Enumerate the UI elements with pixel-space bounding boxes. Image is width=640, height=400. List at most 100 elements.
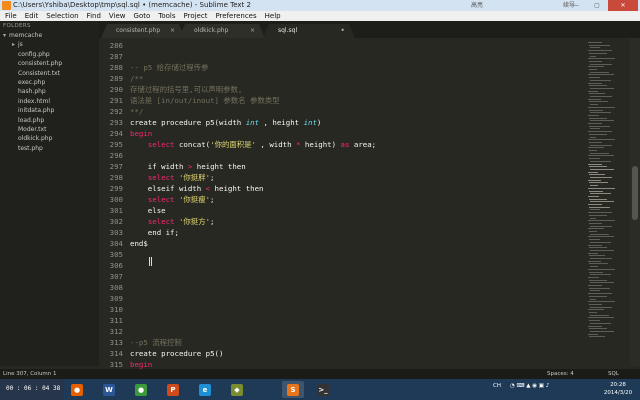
- code-line[interactable]: 296: [99, 150, 586, 161]
- tab-sql-sql[interactable]: sql.sql •: [263, 24, 355, 38]
- code-token: ;: [210, 217, 215, 226]
- indentation-setting[interactable]: Spaces: 4: [547, 369, 574, 379]
- minimap-line: [589, 214, 607, 216]
- sidebar-file[interactable]: consistent.php: [0, 59, 99, 68]
- minimap-line: [589, 101, 609, 103]
- minimap-line: [588, 50, 612, 52]
- scrollbar-thumb[interactable]: [632, 166, 638, 220]
- minimize-button[interactable]: —: [566, 0, 586, 11]
- menu-project[interactable]: Project: [180, 11, 212, 21]
- minimap-line: [589, 295, 607, 297]
- minimap-line: [589, 303, 602, 305]
- maximize-button[interactable]: ▢: [587, 0, 607, 11]
- code-line[interactable]: 302 select '你挺方';: [99, 216, 586, 227]
- language-indicator[interactable]: CH: [493, 383, 501, 389]
- code-line[interactable]: 289 /**: [99, 73, 586, 84]
- taskbar-app-game[interactable]: ◆: [226, 381, 248, 398]
- code-line[interactable]: 312: [99, 326, 586, 337]
- code-line[interactable]: 310: [99, 304, 586, 315]
- code-token: area;: [349, 140, 377, 149]
- code-line[interactable]: 314 create procedure p5(): [99, 348, 586, 359]
- code-line[interactable]: 293 create procedure p5(width int , heigh…: [99, 117, 586, 128]
- sidebar-file[interactable]: config.php: [0, 50, 99, 59]
- code-line[interactable]: 313 --p5 流程控制: [99, 337, 586, 348]
- minimap-line: [590, 136, 597, 138]
- tray-icons[interactable]: ◔ ⌨ ▲ ◉ ▣ ♪: [510, 383, 549, 389]
- sidebar-file[interactable]: Consistent.txt: [0, 69, 99, 78]
- code-line[interactable]: 304 end$: [99, 238, 586, 249]
- taskbar-app-firefox[interactable]: ●: [66, 381, 88, 398]
- menu-edit[interactable]: Edit: [21, 11, 43, 21]
- code-line[interactable]: 307: [99, 271, 586, 282]
- tab-oldkick-php[interactable]: oldkick.php ×: [179, 24, 265, 38]
- vertical-scrollbar[interactable]: [630, 38, 640, 366]
- code-line[interactable]: 295 select concat('你的面积是' , width * heig…: [99, 139, 586, 150]
- taskbar-app-powerpoint-like[interactable]: P: [162, 381, 184, 398]
- sidebar-file[interactable]: Moder.txt: [0, 125, 99, 134]
- close-icon[interactable]: ×: [170, 24, 175, 38]
- menu-view[interactable]: View: [105, 11, 130, 21]
- code-line[interactable]: 287: [99, 51, 586, 62]
- code-line[interactable]: 292 **/: [99, 106, 586, 117]
- code-line[interactable]: 308: [99, 282, 586, 293]
- code-line[interactable]: 300 select '你挺瘦';: [99, 194, 586, 205]
- code-line[interactable]: 290 存储过程的括号里,可以声明参数,: [99, 84, 586, 95]
- menu-file[interactable]: File: [1, 11, 21, 21]
- sidebar-file[interactable]: index.html: [0, 97, 99, 106]
- taskbar-app-chrome[interactable]: ●: [130, 381, 152, 398]
- minimap-line: [588, 317, 614, 319]
- code-line[interactable]: 306: [99, 260, 586, 271]
- code-line[interactable]: 297 if width > height then: [99, 161, 586, 172]
- code-editor[interactable]: 286 287 288 -- p5 给存储过程传参 289 /** 290 存储过程的括号里,…: [99, 38, 586, 370]
- code-line[interactable]: 298 select '你挺胖';: [99, 172, 586, 183]
- sidebar-file[interactable]: hash.php: [0, 87, 99, 96]
- minimap-line: [588, 98, 601, 100]
- minimap[interactable]: [586, 38, 630, 366]
- code-line[interactable]: 311: [99, 315, 586, 326]
- code-token: , width: [255, 140, 297, 149]
- status-bar: Line 307, Column 1 Spaces: 4 SQL: [0, 369, 640, 379]
- menu-tools[interactable]: Tools: [154, 11, 179, 21]
- sidebar: FOLDERS ▾ memcache ▸ js config.php consiste…: [0, 21, 99, 366]
- dirty-dot-icon[interactable]: •: [340, 24, 345, 38]
- minimap-line: [588, 114, 600, 116]
- sidebar-file[interactable]: oldkick.php: [0, 134, 99, 143]
- code-line[interactable]: 286: [99, 40, 586, 51]
- code-line[interactable]: 291 语法是 [in/out/inout] 参数名 参数类型: [99, 95, 586, 106]
- code-line[interactable]: 305: [99, 249, 586, 260]
- recording-timer[interactable]: 00 : 06 : 04 38: [0, 379, 64, 400]
- taskbar-app-word[interactable]: W: [98, 381, 120, 398]
- tab-consistent-php[interactable]: consistent.php ×: [101, 24, 185, 38]
- sidebar-folder-root[interactable]: ▾ memcache: [0, 31, 99, 40]
- code-line[interactable]: 309: [99, 293, 586, 304]
- code-line[interactable]: 299 elseif width < height then: [99, 183, 586, 194]
- menu-selection[interactable]: Selection: [42, 11, 82, 21]
- sidebar-file[interactable]: exec.php: [0, 78, 99, 87]
- menu-find[interactable]: Find: [83, 11, 105, 21]
- code-token: ;: [210, 195, 215, 204]
- sidebar-folder-js[interactable]: ▸ js: [0, 40, 99, 49]
- minimap-line: [590, 266, 598, 268]
- code-line[interactable]: 301 else: [99, 205, 586, 216]
- taskbar-app-sublime-text[interactable]: S: [282, 381, 304, 398]
- code-line[interactable]: 294 begin: [99, 128, 586, 139]
- menu-goto[interactable]: Goto: [130, 11, 155, 21]
- ime-label-1[interactable]: 高亮: [468, 0, 486, 11]
- code-line[interactable]: 288 -- p5 给存储过程传参: [99, 62, 586, 73]
- sidebar-file[interactable]: initdata.php: [0, 106, 99, 115]
- menu-help[interactable]: Help: [261, 11, 285, 21]
- sidebar-item-label: js: [18, 41, 23, 49]
- syntax-mode[interactable]: SQL: [608, 369, 619, 379]
- minimap-line: [590, 47, 600, 49]
- sidebar-file[interactable]: load.php: [0, 116, 99, 125]
- menu-preferences[interactable]: Preferences: [211, 11, 260, 21]
- taskbar-app-terminal[interactable]: >_: [312, 381, 334, 398]
- minimap-line: [589, 336, 605, 338]
- close-button[interactable]: ✕: [608, 0, 638, 11]
- system-clock[interactable]: 20:28 2014/3/20: [598, 381, 638, 397]
- taskbar-app-ie[interactable]: e: [194, 381, 216, 398]
- close-icon[interactable]: ×: [250, 24, 255, 38]
- sidebar-file[interactable]: test.php: [0, 144, 99, 153]
- code-line[interactable]: 303 end if;: [99, 227, 586, 238]
